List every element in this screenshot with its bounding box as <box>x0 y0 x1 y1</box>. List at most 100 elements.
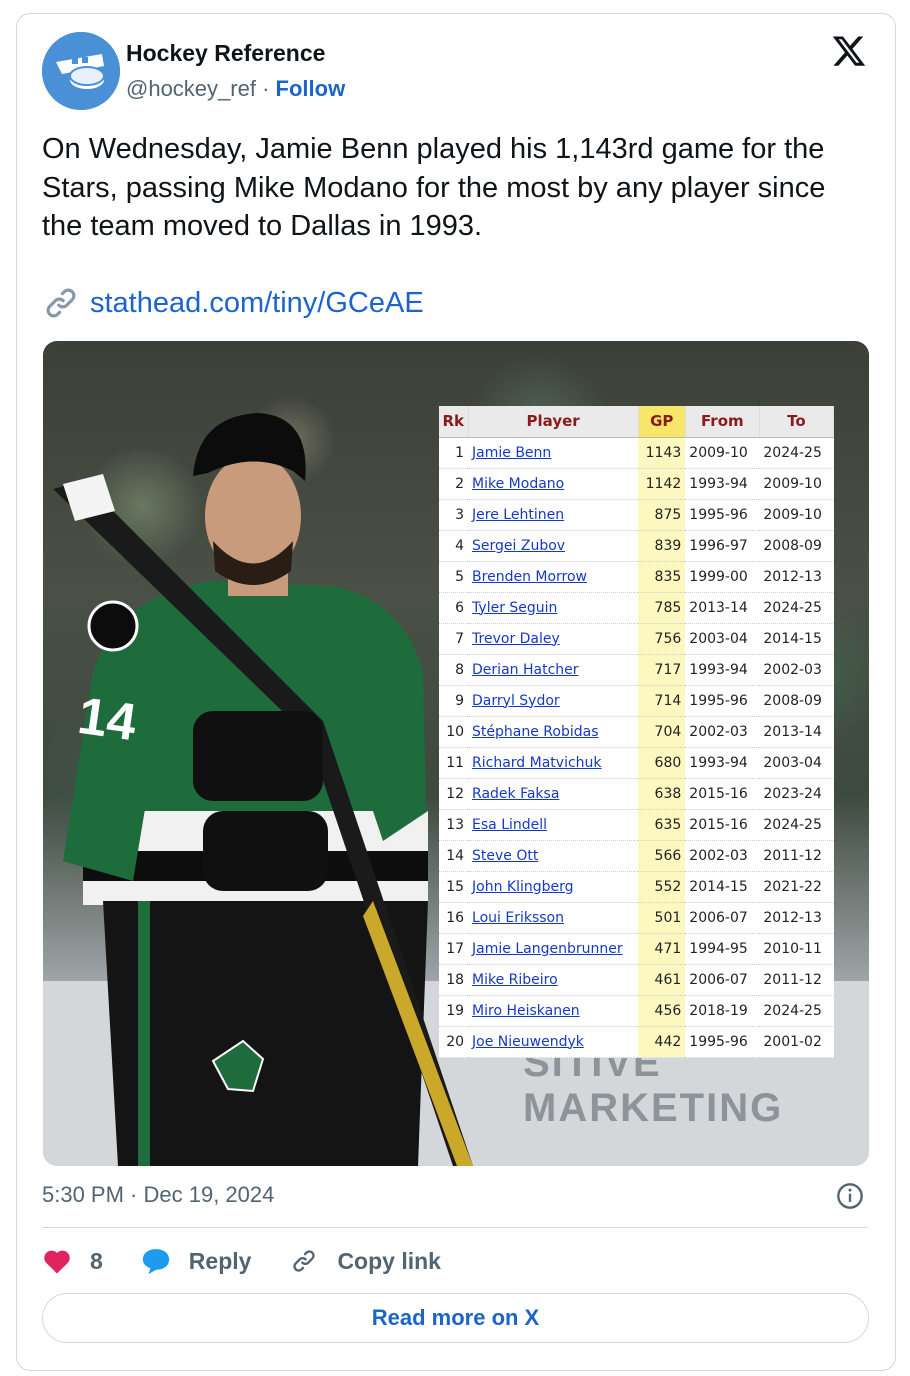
cell-to: 2024-25 <box>759 592 834 624</box>
cell-player[interactable]: John Klingberg <box>468 871 639 903</box>
copy-link-button[interactable]: Copy link <box>289 1247 441 1275</box>
cell-from: 2014-15 <box>685 871 760 903</box>
cell-gp: 461 <box>638 964 686 996</box>
cell-player[interactable]: Richard Matvichuk <box>468 747 639 779</box>
cell-rank: 11 <box>439 747 469 779</box>
cell-gp: 552 <box>638 871 686 903</box>
cell-player[interactable]: Mike Ribeiro <box>468 964 639 996</box>
cell-to: 2014-15 <box>759 623 834 655</box>
cell-player[interactable]: Steve Ott <box>468 840 639 872</box>
cell-player[interactable]: Mike Modano <box>468 468 639 500</box>
games-played-table: Rk Player GP From To 1 Jamie Benn 1143 2009… <box>439 406 835 1058</box>
cell-gp: 442 <box>638 1026 686 1058</box>
cell-to: 2024-25 <box>759 437 834 469</box>
table-row: 4 Sergei Zubov 839 1996-97 2008-09 <box>439 530 834 562</box>
cell-player[interactable]: Joe Nieuwendyk <box>468 1026 639 1058</box>
avatar[interactable] <box>42 32 120 110</box>
x-logo-icon[interactable] <box>831 33 867 69</box>
cell-from: 1993-94 <box>685 654 760 686</box>
cell-gp: 566 <box>638 840 686 872</box>
header-rk[interactable]: Rk <box>439 406 469 438</box>
cell-to: 2003-04 <box>759 747 834 779</box>
cell-player[interactable]: Jamie Langenbrunner <box>468 933 639 965</box>
cell-rank: 17 <box>439 933 469 965</box>
like-count: 8 <box>90 1247 103 1274</box>
table-row: 7 Trevor Daley 756 2003-04 2014-15 <box>439 623 834 655</box>
table-row: 16 Loui Eriksson 501 2006-07 2012-13 <box>439 902 834 934</box>
follow-button[interactable]: Follow <box>276 76 346 101</box>
table-row: 5 Brenden Morrow 835 1999-00 2012-13 <box>439 561 834 593</box>
tweet-link-text[interactable]: stathead.com/tiny/GCeAE <box>90 287 424 320</box>
action-bar: 8 Reply Copy link <box>42 1240 479 1282</box>
table-row: 13 Esa Lindell 635 2015-16 2024-25 <box>439 809 834 841</box>
cell-player[interactable]: Stéphane Robidas <box>468 716 639 748</box>
like-button[interactable]: 8 <box>42 1247 103 1275</box>
table-row: 10 Stéphane Robidas 704 2002-03 2013-14 <box>439 716 834 748</box>
cell-to: 2008-09 <box>759 685 834 717</box>
cell-from: 2006-07 <box>685 964 760 996</box>
cell-rank: 4 <box>439 530 469 562</box>
table-header-row: Rk Player GP From To <box>439 406 835 438</box>
cell-gp: 456 <box>638 995 686 1027</box>
cell-from: 2006-07 <box>685 902 760 934</box>
cell-player[interactable]: Jere Lehtinen <box>468 499 639 531</box>
cell-player[interactable]: Esa Lindell <box>468 809 639 841</box>
cell-player[interactable]: Loui Eriksson <box>468 902 639 934</box>
cell-player[interactable]: Sergei Zubov <box>468 530 639 562</box>
cell-gp: 714 <box>638 685 686 717</box>
cell-gp: 680 <box>638 747 686 779</box>
cell-player[interactable]: Darryl Sydor <box>468 685 639 717</box>
cell-player[interactable]: Radek Faksa <box>468 778 639 810</box>
cell-to: 2001-02 <box>759 1026 834 1058</box>
author-name[interactable]: Hockey Reference <box>126 40 325 67</box>
reply-bubble-icon <box>142 1249 169 1275</box>
cell-rank: 7 <box>439 623 469 655</box>
table-body: 1 Jamie Benn 1143 2009-10 2024-25 2 Mike Modan… <box>439 437 834 1058</box>
table-row: 6 Tyler Seguin 785 2013-14 2024-25 <box>439 592 834 624</box>
tweet-timestamp[interactable]: 5:30 PM · Dec 19, 2024 <box>42 1182 274 1208</box>
table-row: 11 Richard Matvichuk 680 1993-94 2003-04 <box>439 747 834 779</box>
jersey-number: 14 <box>74 687 139 752</box>
cell-player[interactable]: Miro Heiskanen <box>468 995 639 1027</box>
cell-gp: 835 <box>638 561 686 593</box>
cell-gp: 785 <box>638 592 686 624</box>
cell-from: 1993-94 <box>685 468 760 500</box>
cell-from: 1999-00 <box>685 561 760 593</box>
cell-gp: 638 <box>638 778 686 810</box>
header-gp[interactable]: GP <box>638 406 686 438</box>
table-row: 2 Mike Modano 1142 1993-94 2009-10 <box>439 468 834 500</box>
cell-from: 1995-96 <box>685 1026 760 1058</box>
cell-to: 2013-14 <box>759 716 834 748</box>
cell-from: 2002-03 <box>685 716 760 748</box>
cell-player[interactable]: Tyler Seguin <box>468 592 639 624</box>
cell-gp: 839 <box>638 530 686 562</box>
cell-to: 2009-10 <box>759 468 834 500</box>
header-player[interactable]: Player <box>468 406 639 438</box>
tweet-link[interactable]: stathead.com/tiny/GCeAE <box>42 284 424 322</box>
reply-button[interactable]: Reply <box>141 1247 251 1275</box>
header-from[interactable]: From <box>685 406 760 438</box>
tweet-image[interactable]: SITIVE MARKETING 14 Rk Player GP From To… <box>43 341 869 1166</box>
author-handle-row: @hockey_ref · Follow <box>126 76 345 102</box>
cell-to: 2011-12 <box>759 964 834 996</box>
cell-to: 2021-22 <box>759 871 834 903</box>
cell-from: 2018-19 <box>685 995 760 1027</box>
cell-player[interactable]: Brenden Morrow <box>468 561 639 593</box>
heart-icon <box>44 1250 70 1274</box>
author-handle[interactable]: @hockey_ref <box>126 76 256 101</box>
copy-link-label: Copy link <box>337 1247 441 1274</box>
table-row: 8 Derian Hatcher 717 1993-94 2002-03 <box>439 654 834 686</box>
cell-from: 1995-96 <box>685 499 760 531</box>
cell-player[interactable]: Derian Hatcher <box>468 654 639 686</box>
cell-gp: 704 <box>638 716 686 748</box>
cell-player[interactable]: Trevor Daley <box>468 623 639 655</box>
cell-to: 2023-24 <box>759 778 834 810</box>
table-row: 3 Jere Lehtinen 875 1995-96 2009-10 <box>439 499 834 531</box>
avatar-logo-icon <box>42 32 120 110</box>
info-icon[interactable] <box>836 1182 864 1210</box>
cell-player[interactable]: Jamie Benn <box>468 437 639 469</box>
header-to[interactable]: To <box>759 406 835 438</box>
read-more-button[interactable]: Read more on X <box>42 1293 869 1343</box>
separator-dot: · <box>262 76 270 101</box>
cell-gp: 875 <box>638 499 686 531</box>
